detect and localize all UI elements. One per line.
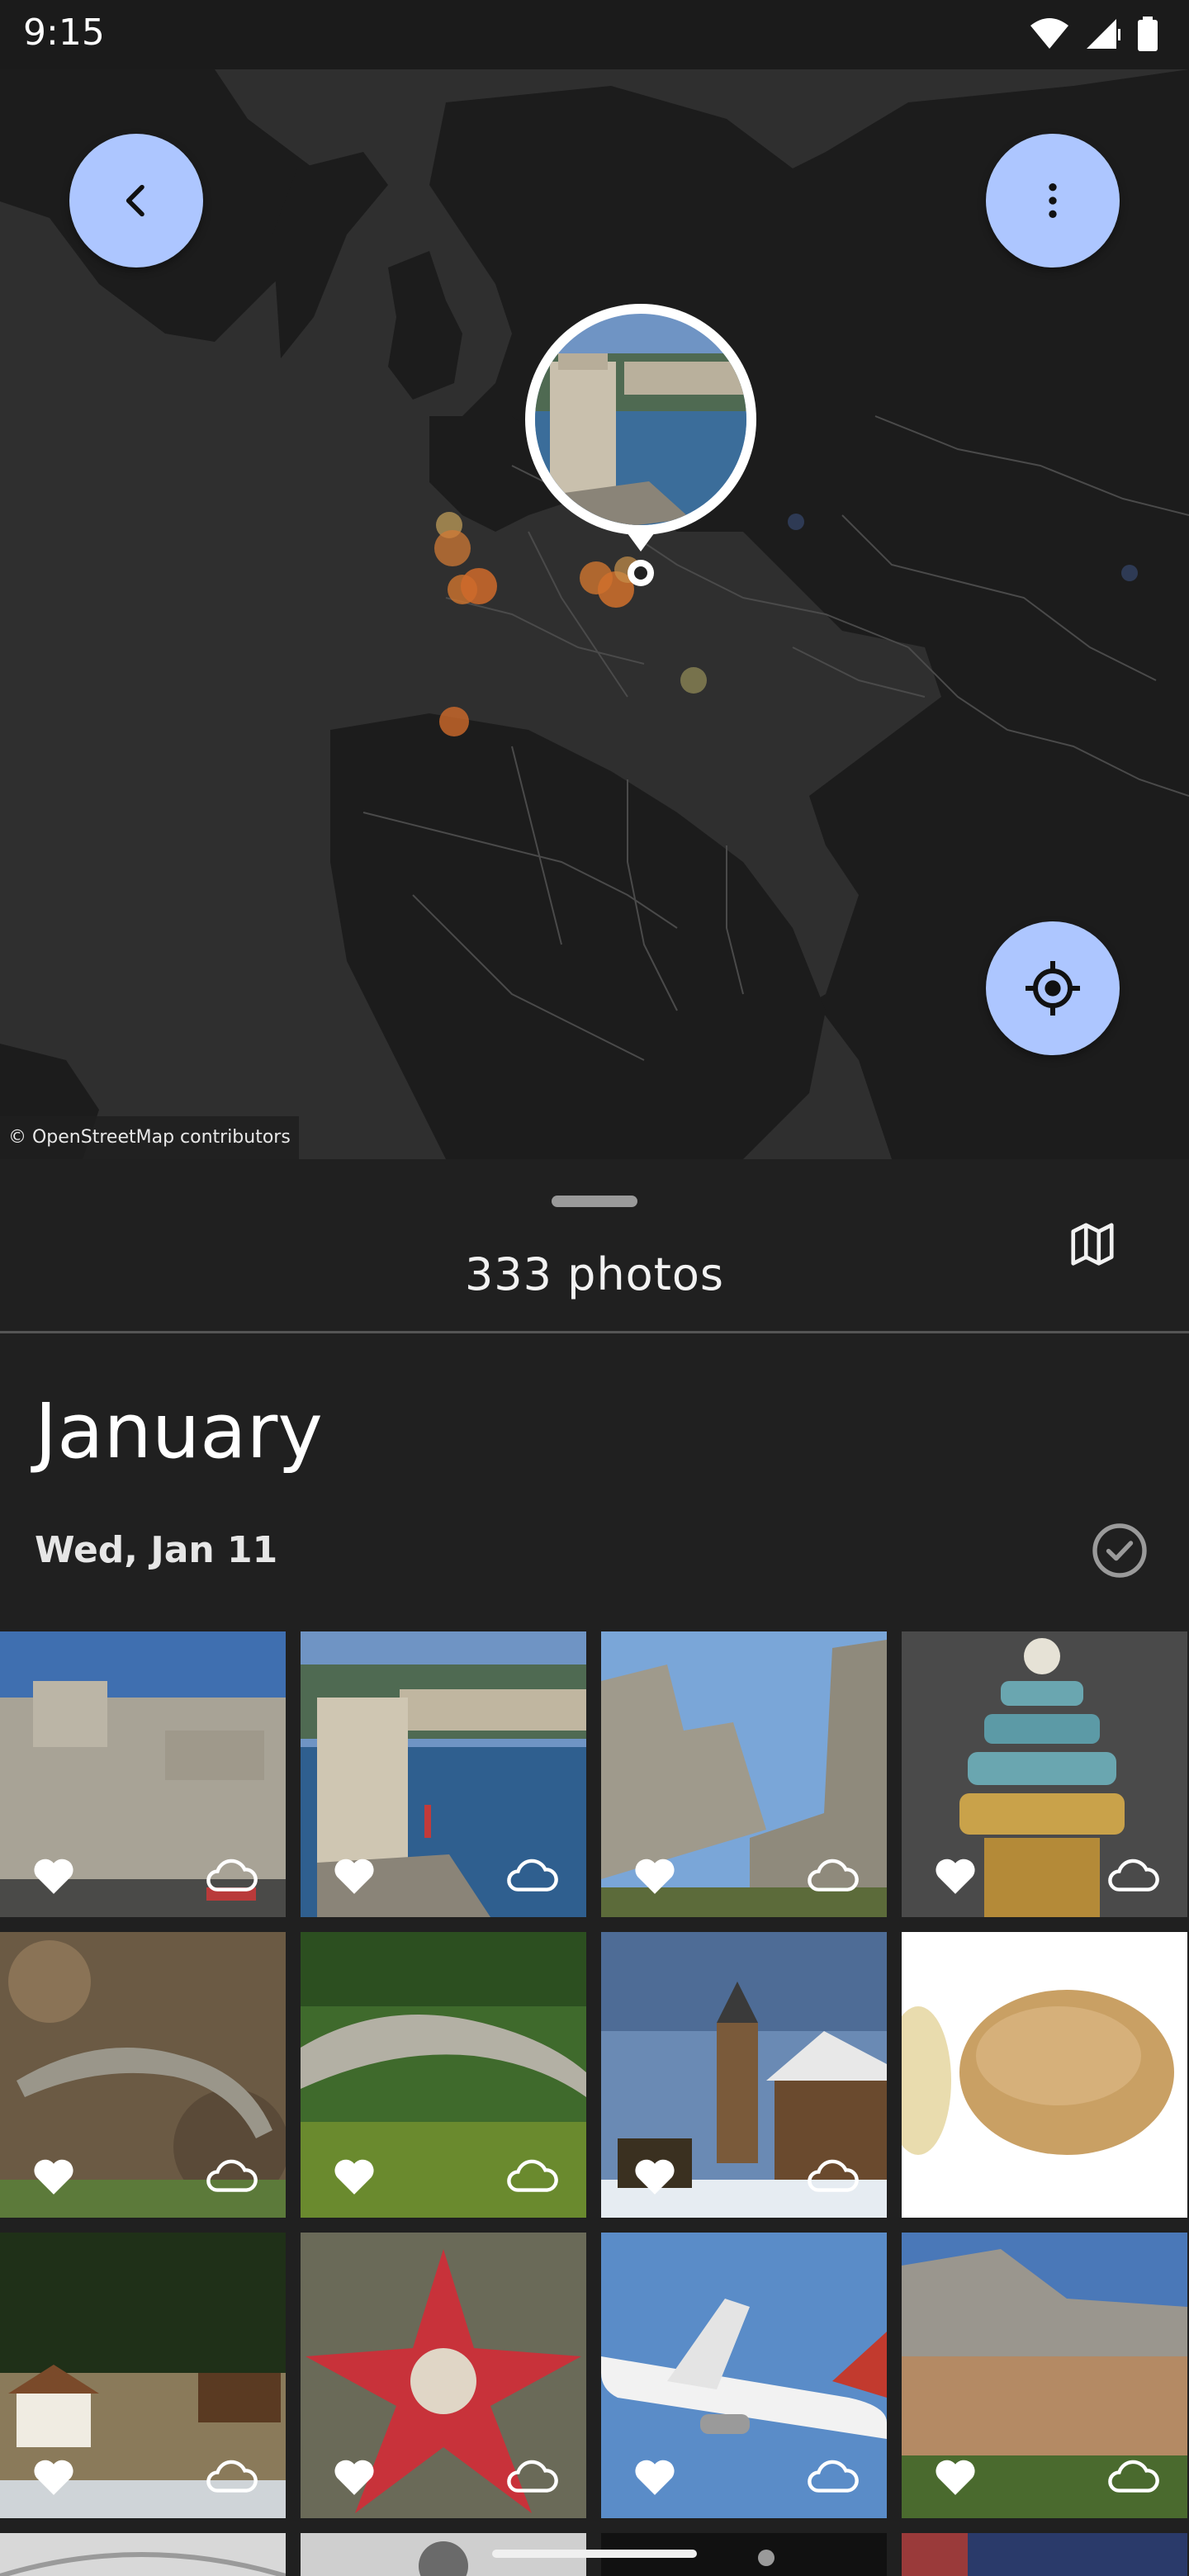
more-vert-icon [1049,183,1057,218]
cloud-icon [507,1859,558,1892]
photo-thumbnail[interactable] [301,2233,586,2518]
gesture-navigation-bar[interactable] [492,2550,697,2558]
heart-icon[interactable] [332,2457,377,2497]
battery-icon [1138,17,1158,51]
photo-thumbnail[interactable] [0,2233,286,2518]
map-toggle-button[interactable] [1065,1219,1120,1270]
cloud-icon [206,1859,258,1892]
photo-thumbnail[interactable] [601,1631,887,1917]
select-day-button[interactable] [1090,1521,1149,1580]
cloud-icon [808,2460,859,2493]
heart-icon[interactable] [31,2157,76,2196]
month-heading: January [35,1387,323,1475]
photo-thumbnail[interactable] [0,1631,286,1917]
cloud-icon [808,1859,859,1892]
cloud-icon [808,2159,859,2192]
photo-partial [902,2533,1187,2576]
more-options-button[interactable] [986,134,1120,268]
back-button[interactable] [69,134,203,268]
heart-icon[interactable] [632,2457,677,2497]
my-location-icon [1026,961,1080,1016]
heart-icon[interactable] [332,2157,377,2196]
photo-count: 333 photos [464,1248,725,1300]
cloud-icon [1108,1859,1159,1892]
photo-thumbnail[interactable] [0,1932,286,2218]
photo-thumbnail[interactable] [0,2533,286,2576]
heart-icon[interactable] [31,1856,76,1896]
heart-icon[interactable] [933,1856,978,1896]
cloud-icon [1108,2159,1159,2192]
photo-thumbnail[interactable] [601,2233,887,2518]
cloud-icon [1108,2460,1159,2493]
photo-thumbnail[interactable] [902,1631,1187,1917]
status-time: 9:15 [23,12,105,54]
heart-icon[interactable] [933,2457,978,2497]
photo-thumbnail[interactable] [902,1932,1187,2218]
photo-cluster-marker[interactable] [525,304,756,590]
cloud-icon [206,2460,258,2493]
heart-icon[interactable] [31,2457,76,2497]
drag-handle[interactable] [552,1196,637,1207]
my-location-button[interactable] [986,921,1120,1055]
photo-partial [0,2533,286,2576]
cloud-icon [507,2159,558,2192]
heart-icon[interactable] [632,2157,677,2196]
cloud-icon [206,2159,258,2192]
bottom-sheet-header[interactable] [0,1159,1189,1331]
photo-thumbnail[interactable] [301,1932,586,2218]
sheet-divider [0,1331,1189,1333]
marker-thumbnail [525,304,756,586]
map-attribution[interactable]: © OpenStreetMap contributors [0,1116,299,1159]
photo-map[interactable]: © OpenStreetMap contributors [0,69,1189,1159]
day-heading: Wed, Jan 11 [35,1529,278,1571]
status-bar: 9:15 [0,0,1189,69]
wifi-icon [1030,18,1068,49]
map-icon [1071,1223,1114,1266]
heart-icon[interactable] [332,1856,377,1896]
photo-thumbnail[interactable] [902,2233,1187,2518]
status-icons [1029,17,1159,51]
check-circle-icon [1092,1523,1147,1578]
photo-thumbnail[interactable] [902,2533,1187,2576]
signal-icon [1087,19,1120,49]
heart-icon[interactable] [632,1856,677,1896]
chevron-left-icon [126,184,144,217]
photo-thumbnail[interactable] [301,1631,586,1917]
photo-thumbnail[interactable] [601,1932,887,2218]
cloud-icon [507,2460,558,2493]
heart-icon[interactable] [933,2157,978,2196]
